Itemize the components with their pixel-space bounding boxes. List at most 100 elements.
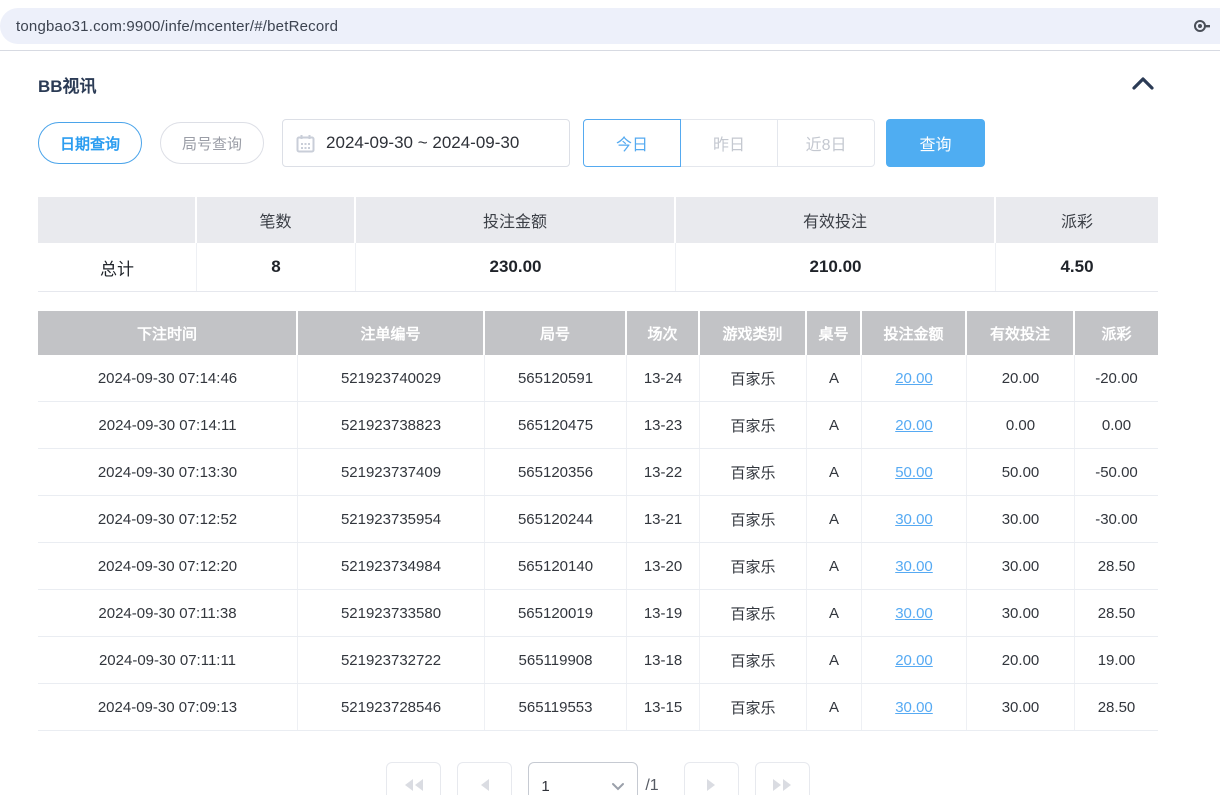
arrow-right-icon [704,777,718,795]
calendar-icon [296,134,315,153]
prev-page-button[interactable] [457,762,512,795]
bet-amount-link[interactable]: 50.00 [895,464,933,481]
bet-amount-link[interactable]: 20.00 [895,370,933,387]
cell-game-type: 百家乐 [700,402,807,448]
cell-session: 13-18 [627,637,700,683]
cell-payout: 28.50 [1075,684,1158,730]
summary-header-valid-bet: 有效投注 [676,197,996,243]
cell-table-no: A [807,402,862,448]
cell-round: 565120244 [485,496,627,542]
cell-bet-time: 2024-09-30 07:09:13 [38,684,298,730]
cell-table-no: A [807,449,862,495]
page-total-label: /1 [645,777,658,795]
cell-session: 13-22 [627,449,700,495]
cell-bet-time: 2024-09-30 07:11:38 [38,590,298,636]
cell-session: 13-21 [627,496,700,542]
page-select-value: 1 [541,778,549,795]
col-header-bet-time: 下注时间 [38,311,298,355]
search-button[interactable]: 查询 [886,119,985,167]
table-row: 2024-09-30 07:12:20521923734984565120140… [38,543,1158,590]
cell-session: 13-24 [627,355,700,401]
cell-game-type: 百家乐 [700,684,807,730]
cell-session: 13-23 [627,402,700,448]
chevron-up-icon [1130,75,1156,94]
browser-address-bar[interactable]: tongbao31.com:9900/infe/mcenter/#/betRec… [0,8,1220,44]
cell-bet-amount: 20.00 [862,402,967,448]
cell-game-type: 百家乐 [700,355,807,401]
cell-bet-time: 2024-09-30 07:14:46 [38,355,298,401]
summary-table: 笔数 投注金额 有效投注 派彩 总计 8 230.00 210.00 4.50 [38,197,1158,292]
cell-bet-id: 521923737409 [298,449,485,495]
last8days-button[interactable]: 近8日 [777,119,875,167]
col-header-bet-amount: 投注金额 [862,311,967,355]
summary-header-blank [38,197,197,243]
cell-payout: 19.00 [1075,637,1158,683]
col-header-round: 局号 [485,311,627,355]
bet-amount-link[interactable]: 30.00 [895,558,933,575]
page-select[interactable]: 1 [528,762,638,795]
last-page-button[interactable] [755,762,810,795]
cell-bet-amount: 30.00 [862,684,967,730]
cell-table-no: A [807,684,862,730]
cell-bet-amount: 30.00 [862,590,967,636]
cell-payout: -30.00 [1075,496,1158,542]
collapse-panel-button[interactable] [1128,73,1158,96]
bet-amount-link[interactable]: 30.00 [895,699,933,716]
arrow-left-icon [478,777,492,795]
bet-record-table: 下注时间 注单编号 局号 场次 游戏类别 桌号 投注金额 有效投注 派彩 202… [38,311,1158,731]
first-page-button[interactable] [386,762,441,795]
cell-table-no: A [807,496,862,542]
tab-round-query[interactable]: 局号查询 [160,122,264,164]
cell-bet-time: 2024-09-30 07:12:20 [38,543,298,589]
chevron-down-icon [611,778,625,795]
col-header-valid-bet: 有效投注 [967,311,1075,355]
cell-table-no: A [807,637,862,683]
col-header-game-type: 游戏类别 [700,311,807,355]
table-row: 2024-09-30 07:12:52521923735954565120244… [38,496,1158,543]
cell-game-type: 百家乐 [700,496,807,542]
cell-payout: 28.50 [1075,543,1158,589]
cell-game-type: 百家乐 [700,543,807,589]
quick-date-group: 今日 昨日 近8日 [583,119,875,167]
bet-amount-link[interactable]: 20.00 [895,652,933,669]
cell-round: 565120475 [485,402,627,448]
bet-amount-link[interactable]: 30.00 [895,605,933,622]
cell-table-no: A [807,543,862,589]
col-header-table-no: 桌号 [807,311,862,355]
cell-bet-id: 521923740029 [298,355,485,401]
col-header-payout: 派彩 [1075,311,1158,355]
cell-bet-time: 2024-09-30 07:14:11 [38,402,298,448]
cell-session: 13-15 [627,684,700,730]
summary-count-value: 8 [197,243,356,291]
today-button[interactable]: 今日 [583,119,681,167]
cell-bet-time: 2024-09-30 07:11:11 [38,637,298,683]
cell-bet-id: 521923733580 [298,590,485,636]
cell-payout: 0.00 [1075,402,1158,448]
col-header-session: 场次 [627,311,700,355]
cell-valid-bet: 30.00 [967,543,1075,589]
cell-bet-id: 521923728546 [298,684,485,730]
cell-round: 565119553 [485,684,627,730]
topbar-divider [0,50,1220,51]
cell-valid-bet: 0.00 [967,402,1075,448]
summary-header-count: 笔数 [197,197,356,243]
cell-valid-bet: 50.00 [967,449,1075,495]
table-row: 2024-09-30 07:09:13521923728546565119553… [38,684,1158,731]
bet-amount-link[interactable]: 30.00 [895,511,933,528]
bet-amount-link[interactable]: 20.00 [895,417,933,434]
key-icon[interactable] [1192,17,1210,35]
cell-payout: 28.50 [1075,590,1158,636]
cell-session: 13-19 [627,590,700,636]
next-page-button[interactable] [684,762,739,795]
summary-total-label: 总计 [38,243,197,291]
table-body: 2024-09-30 07:14:46521923740029565120591… [38,355,1158,731]
summary-valid-bet-value: 210.00 [676,243,996,291]
bet-record-panel: BB视讯 日期查询 局号查询 2024- [0,72,1220,795]
yesterday-button[interactable]: 昨日 [680,119,778,167]
table-row: 2024-09-30 07:13:30521923737409565120356… [38,449,1158,496]
tab-date-query[interactable]: 日期查询 [38,122,142,164]
date-range-input[interactable]: 2024-09-30 ~ 2024-09-30 [282,119,570,167]
table-row: 2024-09-30 07:11:38521923733580565120019… [38,590,1158,637]
summary-header-bet-amount: 投注金额 [356,197,676,243]
double-arrow-left-icon [403,777,425,795]
